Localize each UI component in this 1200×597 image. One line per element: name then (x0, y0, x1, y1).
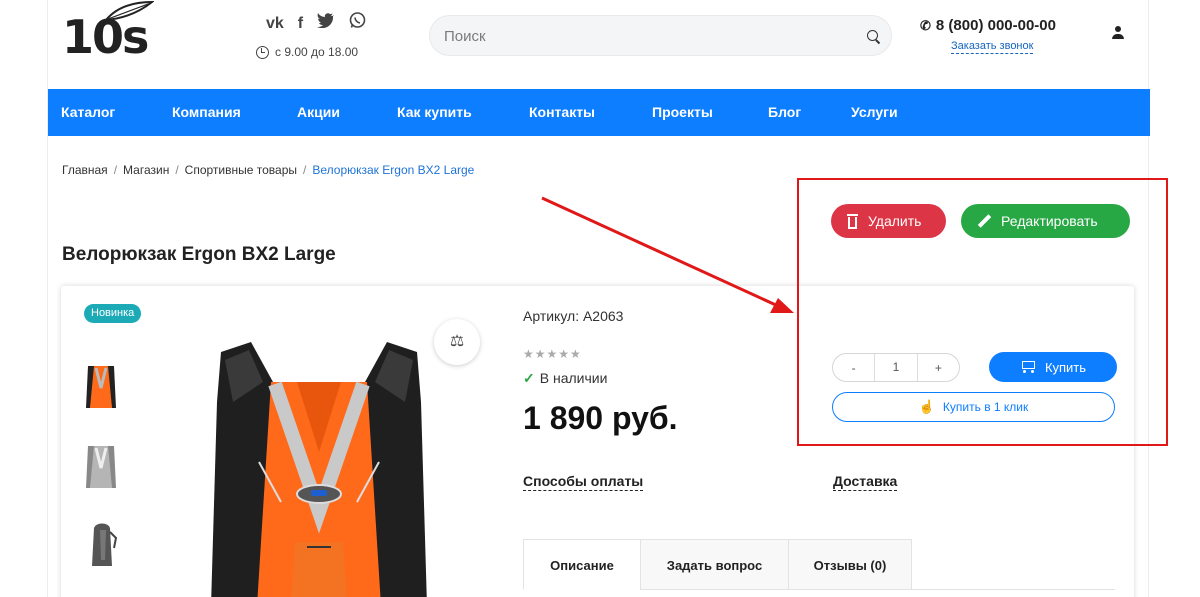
twitter-icon[interactable] (317, 13, 335, 34)
page-title: Велорюкзак Ergon BX2 Large (62, 244, 336, 265)
whatsapp-icon[interactable] (349, 12, 366, 35)
logo[interactable]: 10s (62, 0, 154, 76)
nav-item-how-to-buy[interactable]: Как купить (397, 104, 472, 120)
new-badge: Новинка (84, 304, 142, 323)
check-icon: ✓ (523, 370, 535, 386)
vk-icon[interactable]: vk (266, 14, 284, 34)
thumbnail-orange[interactable] (78, 358, 124, 414)
breadcrumb-current: Велорюкзак Ergon BX2 Large (312, 163, 475, 177)
main-nav: Каталог Компания Акции Как купить Контак… (48, 89, 1150, 136)
breadcrumb-item[interactable]: Главная (62, 163, 108, 177)
stock-text: В наличии (539, 370, 608, 386)
breadcrumb-item[interactable]: Спортивные товары (185, 163, 297, 177)
social-links: vk f (266, 12, 366, 35)
product-image[interactable] (211, 342, 427, 597)
search-bar[interactable] (429, 15, 892, 56)
tab-description[interactable]: Описание (523, 539, 641, 590)
phone-number: 8 (800) 000-00-00 (935, 17, 1056, 34)
search-icon[interactable] (867, 30, 878, 41)
facebook-icon[interactable]: f (298, 14, 303, 34)
price: 1 890 руб. (523, 400, 678, 436)
nav-item-projects[interactable]: Проекты (652, 104, 713, 120)
nav-item-services[interactable]: Услуги (851, 104, 898, 120)
clock-icon (256, 45, 269, 59)
delivery-link[interactable]: Доставка (833, 472, 898, 491)
sku: Артикул: A2063 (523, 308, 624, 324)
nav-item-company[interactable]: Компания (172, 104, 241, 120)
thumbnail-back[interactable] (78, 518, 124, 574)
working-hours: с 9.00 до 18.00 (256, 45, 358, 59)
scales-icon: ⚖ (449, 333, 465, 350)
product-tabs: Описание Задать вопрос Отзывы (0) (523, 539, 1115, 590)
rating-stars[interactable]: ★★★★★ (523, 347, 582, 361)
breadcrumb-item[interactable]: Магазин (123, 163, 169, 177)
hours-text: с 9.00 до 18.00 (275, 45, 359, 59)
tab-reviews[interactable]: Отзывы (0) (788, 539, 912, 590)
tab-ask-question[interactable]: Задать вопрос (640, 539, 789, 590)
user-icon[interactable] (1112, 26, 1124, 40)
logo-text: 10s (62, 10, 149, 64)
nav-item-catalog[interactable]: Каталог (61, 104, 115, 120)
callback-link[interactable]: Заказать звонок (951, 39, 1034, 54)
phone[interactable]: ✆ 8 (800) 000-00-00 (920, 17, 1056, 34)
search-input[interactable] (444, 25, 844, 47)
payment-methods-link[interactable]: Способы оплаты (523, 472, 644, 491)
nav-item-promotions[interactable]: Акции (297, 104, 340, 120)
nav-item-contacts[interactable]: Контакты (529, 104, 595, 120)
nav-item-blog[interactable]: Блог (768, 104, 801, 120)
stock-status: ✓ В наличии (523, 370, 607, 387)
phone-icon: ✆ (920, 17, 931, 33)
breadcrumb: Главная / Магазин / Спортивные товары / Велорю… (62, 163, 475, 177)
thumbnail-grey[interactable] (78, 438, 124, 494)
annotation-highlight-box (797, 178, 1168, 446)
compare-button[interactable]: ⚖ (434, 319, 480, 365)
